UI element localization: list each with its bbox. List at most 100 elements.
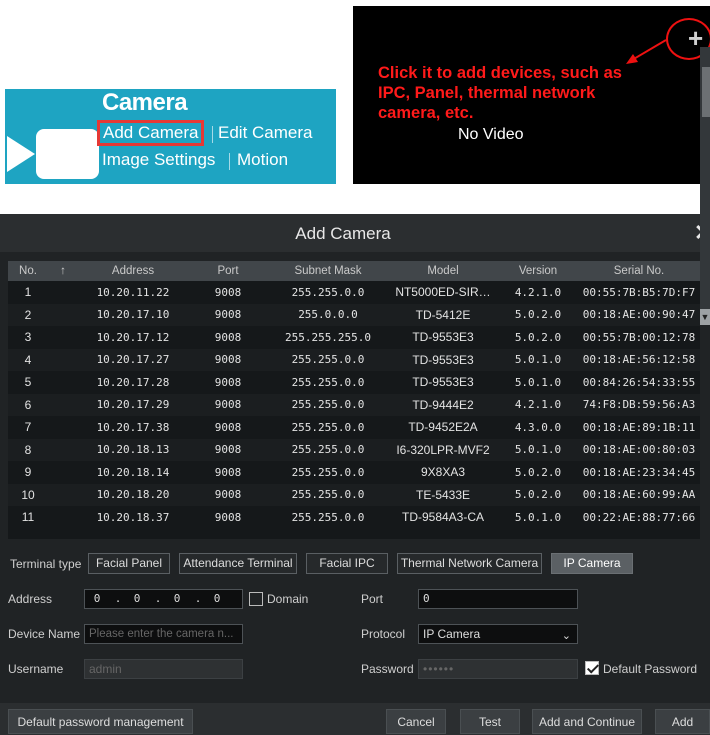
- cell-address: 10.20.17.12: [78, 326, 188, 349]
- cell-serial-no: 00:55:7B:00:12:78: [578, 326, 700, 349]
- port-input[interactable]: 0: [418, 589, 578, 609]
- protocol-label: Protocol: [361, 627, 406, 641]
- sort-ascending-icon[interactable]: ↑: [48, 261, 78, 281]
- device-name-label: Device Name: [8, 627, 81, 641]
- cell-sort: [48, 281, 78, 304]
- terminal-facial-ipc-button[interactable]: Facial IPC: [306, 553, 388, 574]
- table-row[interactable]: 11 10.20.18.37 9008 255.255.0.0 TD-9584A3-CA…: [8, 506, 700, 529]
- cell-no: 9: [8, 461, 48, 484]
- cell-port: 9008: [188, 303, 268, 326]
- cell-model: TD-5412E: [388, 303, 498, 326]
- default-password-management-button[interactable]: Default password management: [8, 709, 193, 734]
- column-header-no[interactable]: No.: [8, 261, 48, 281]
- column-header-port[interactable]: Port: [188, 261, 268, 281]
- cell-subnet-mask: 255.255.0.0: [268, 438, 388, 461]
- domain-checkbox[interactable]: [249, 592, 263, 606]
- cell-subnet-mask: 255.0.0.0: [268, 303, 388, 326]
- column-header-address[interactable]: Address: [78, 261, 188, 281]
- chevron-down-icon: ⌄: [561, 630, 571, 642]
- scrollbar-thumb[interactable]: [702, 67, 710, 117]
- terminal-attendance-terminal-button[interactable]: Attendance Terminal: [179, 553, 297, 574]
- cell-port: 9008: [188, 438, 268, 461]
- cancel-button[interactable]: Cancel: [386, 709, 446, 734]
- menu-separator: [212, 126, 213, 143]
- cell-version: 5.0.2.0: [498, 461, 578, 484]
- cell-subnet-mask: 255.255.0.0: [268, 461, 388, 484]
- cell-no: 8: [8, 438, 48, 461]
- table-row[interactable]: 4 10.20.17.27 9008 255.255.0.0 TD-9553E3 5.0.…: [8, 348, 700, 371]
- table-row[interactable]: 6 10.20.17.29 9008 255.255.0.0 TD-9444E2 4.2.…: [8, 393, 700, 416]
- add-and-continue-button[interactable]: Add and Continue: [532, 709, 642, 734]
- table-row[interactable]: 7 10.20.17.38 9008 255.255.0.0 TD-9452E2A 4.3…: [8, 416, 700, 439]
- cell-no: 4: [8, 348, 48, 371]
- cell-no: 5: [8, 371, 48, 394]
- add-button[interactable]: Add: [655, 709, 710, 734]
- cell-serial-no: 00:18:AE:56:12:58: [578, 348, 700, 371]
- address-input[interactable]: 0 . 0 . 0 . 0: [84, 589, 243, 609]
- image-settings-link[interactable]: Image Settings: [102, 150, 215, 170]
- table-row[interactable]: 5 10.20.17.28 9008 255.255.0.0 TD-9553E3 5.0.…: [8, 371, 700, 394]
- scroll-down-icon[interactable]: ▼: [700, 309, 710, 325]
- cell-address: 10.20.17.27: [78, 348, 188, 371]
- protocol-select[interactable]: IP Camera ⌄: [418, 624, 578, 644]
- cell-serial-no: 74:F8:DB:59:56:A3: [578, 393, 700, 416]
- column-header-serial-no[interactable]: Serial No.: [578, 261, 700, 281]
- cell-sort: [48, 506, 78, 529]
- cell-no: 10: [8, 483, 48, 506]
- default-password-label: Default Password: [603, 662, 698, 676]
- edit-camera-link[interactable]: Edit Camera: [218, 123, 312, 143]
- password-input[interactable]: ••••••: [418, 659, 578, 679]
- cell-no: 7: [8, 416, 48, 439]
- cell-no: 11: [8, 506, 48, 529]
- cell-model: TE-5433E: [388, 483, 498, 506]
- column-header-model[interactable]: Model: [388, 261, 498, 281]
- cell-port: 9008: [188, 483, 268, 506]
- cell-no: 2: [8, 303, 48, 326]
- add-camera-link[interactable]: Add Camera: [96, 120, 205, 146]
- terminal-thermal-network-camera-button[interactable]: Thermal Network Camera: [397, 553, 542, 574]
- table-row[interactable]: 8 10.20.18.13 9008 255.255.0.0 I6-320LPR-MVF…: [8, 438, 700, 461]
- cell-address: 10.20.17.29: [78, 393, 188, 416]
- device-name-input[interactable]: Please enter the camera n...: [84, 624, 243, 644]
- cell-version: 5.0.2.0: [498, 326, 578, 349]
- table-row[interactable]: 10 10.20.18.20 9008 255.255.0.0 TE-5433E 5.0.…: [8, 483, 700, 506]
- cell-port: 9008: [188, 461, 268, 484]
- cell-address: 10.20.18.14: [78, 461, 188, 484]
- cell-sort: [48, 438, 78, 461]
- default-password-checkbox[interactable]: [585, 661, 599, 675]
- cell-version: 5.0.1.0: [498, 371, 578, 394]
- terminal-ip-camera-button[interactable]: IP Camera: [551, 553, 633, 574]
- motion-link[interactable]: Motion: [237, 150, 288, 170]
- cell-version: 5.0.1.0: [498, 506, 578, 529]
- camera-menu-panel: Camera Add Camera Edit Camera Image Sett…: [5, 89, 336, 184]
- test-button[interactable]: Test: [460, 709, 520, 734]
- table-row[interactable]: 9 10.20.18.14 9008 255.255.0.0 9X8XA3 5.0.2.0…: [8, 461, 700, 484]
- table-row[interactable]: 2 10.20.17.10 9008 255.0.0.0 TD-5412E 5.0.2.0…: [8, 303, 700, 326]
- terminal-facial-panel-button[interactable]: Facial Panel: [88, 553, 170, 574]
- device-table: No. ↑ Address Port Subnet Mask Model Ver…: [8, 261, 700, 539]
- cell-port: 9008: [188, 371, 268, 394]
- cell-version: 4.2.1.0: [498, 393, 578, 416]
- cell-subnet-mask: 255.255.0.0: [268, 281, 388, 304]
- cell-sort: [48, 416, 78, 439]
- cell-serial-no: 00:18:AE:00:90:47: [578, 303, 700, 326]
- cell-model: TD-9584A3-CA: [388, 506, 498, 529]
- cell-subnet-mask: 255.255.0.0: [268, 416, 388, 439]
- callout-arrow-icon: [626, 39, 667, 64]
- cell-address: 10.20.17.28: [78, 371, 188, 394]
- callout-text: Click it to add devices, such as IPC, Pa…: [378, 64, 622, 122]
- table-row[interactable]: 1 10.20.11.22 9008 255.255.0.0 NT5000ED-SIR……: [8, 281, 700, 304]
- username-label: Username: [8, 662, 64, 676]
- cell-sort: [48, 348, 78, 371]
- cell-port: 9008: [188, 393, 268, 416]
- cell-subnet-mask: 255.255.0.0: [268, 348, 388, 371]
- cell-port: 9008: [188, 416, 268, 439]
- column-header-subnet-mask[interactable]: Subnet Mask: [268, 261, 388, 281]
- cell-sort: [48, 326, 78, 349]
- table-row[interactable]: 3 10.20.17.12 9008 255.255.255.0 TD-9553E3 5.…: [8, 326, 700, 349]
- column-header-version[interactable]: Version: [498, 261, 578, 281]
- cell-port: 9008: [188, 348, 268, 371]
- cell-model: I6-320LPR-MVF2: [388, 438, 498, 461]
- cell-serial-no: 00:18:AE:00:80:03: [578, 438, 700, 461]
- username-input[interactable]: admin: [84, 659, 243, 679]
